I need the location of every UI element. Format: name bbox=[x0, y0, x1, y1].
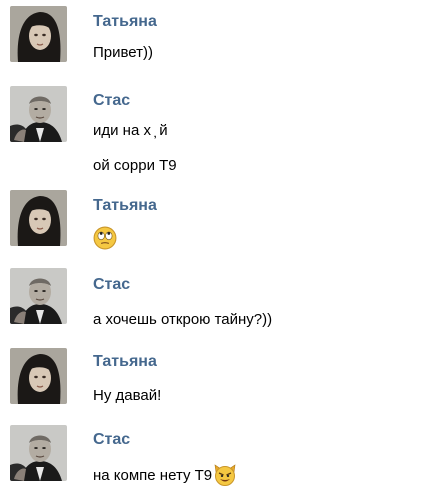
message-text: Ну давай! bbox=[93, 387, 162, 404]
message-text: иди на х ̦ й bbox=[93, 122, 168, 139]
author-name[interactable]: Татьяна bbox=[93, 13, 157, 31]
message-text: а хочешь открою тайну?)) bbox=[93, 311, 273, 328]
author-name[interactable]: Стас bbox=[93, 276, 130, 294]
message-text: на компе нету Т9 bbox=[93, 467, 213, 484]
author-name[interactable]: Стас bbox=[93, 431, 130, 449]
author-name[interactable]: Стас bbox=[93, 92, 130, 110]
stas-avatar[interactable] bbox=[10, 425, 67, 481]
message-text: Привет)) bbox=[93, 44, 154, 61]
stas-avatar[interactable] bbox=[10, 86, 67, 142]
chat-history: Татьяна Привет)) Стас иди на х ̦ й ой со… bbox=[0, 0, 431, 495]
tatyana-avatar[interactable] bbox=[10, 190, 67, 246]
devil-smile-emoji bbox=[213, 464, 237, 490]
rolling-eyes-emoji bbox=[93, 226, 117, 255]
author-name[interactable]: Татьяна bbox=[93, 353, 157, 371]
tatyana-avatar[interactable] bbox=[10, 348, 67, 404]
message-text-row: на компе нету Т9 bbox=[93, 464, 237, 490]
message-text: ой сорри Т9 bbox=[93, 157, 177, 174]
stas-avatar[interactable] bbox=[10, 268, 67, 324]
author-name[interactable]: Татьяна bbox=[93, 197, 157, 215]
tatyana-avatar[interactable] bbox=[10, 6, 67, 62]
